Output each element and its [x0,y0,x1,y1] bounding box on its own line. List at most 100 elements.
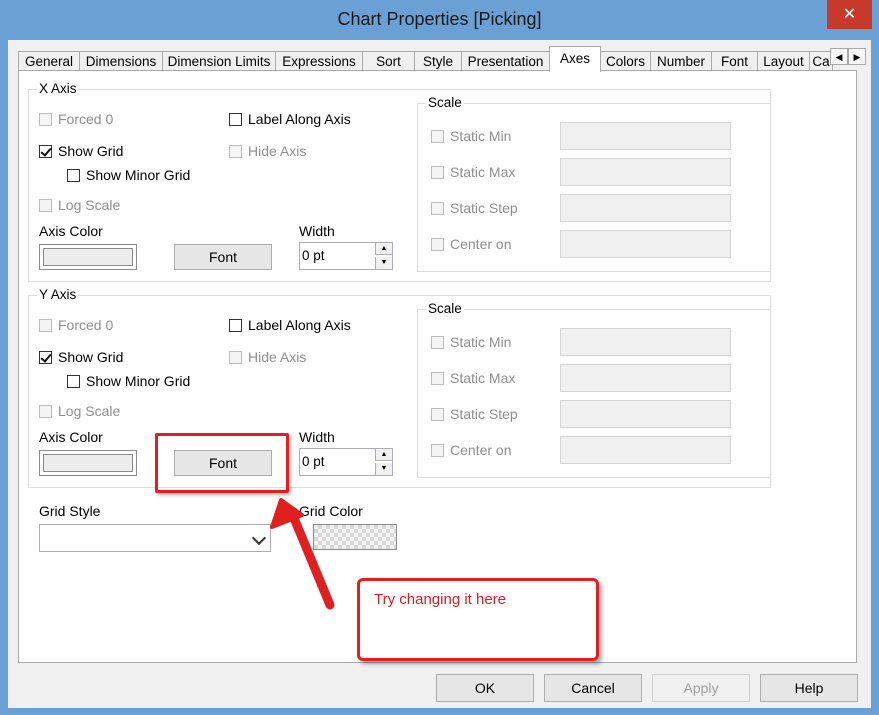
y-axis-color-swatch[interactable] [39,450,137,476]
y-show-grid-checkbox[interactable] [39,350,52,364]
tab-dimensions[interactable]: Dimensions [79,51,163,71]
x-hide-axis-checkbox[interactable] [229,144,242,158]
chevron-down-icon [251,530,267,546]
y-log-scale-option: Log Scale [39,403,120,419]
tab-colors[interactable]: Colors [600,51,651,71]
y-show-minor-grid-label: Show Minor Grid [86,373,191,389]
tab-number[interactable]: Number [650,51,712,71]
x-width-stepper[interactable]: 0 pt ▲ ▼ [299,242,393,270]
y-axis-color-label: Axis Color [39,429,103,445]
y-center-on-option: Center on [431,442,511,458]
x-forced0-checkbox[interactable] [39,112,52,126]
close-icon: ✕ [842,6,857,23]
y-show-minor-grid-checkbox[interactable] [67,374,80,388]
title-bar[interactable]: Chart Properties [Picking] ✕ [0,0,879,40]
y-static-step-label: Static Step [450,406,518,422]
axes-tab-panel: X Axis Forced 0 Label Along Axis Show Gr… [18,70,857,663]
y-log-scale-checkbox[interactable] [39,404,52,418]
tab-axes[interactable]: Axes [549,46,601,72]
x-static-step-option: Static Step [431,200,518,216]
y-static-min-input[interactable] [560,328,731,356]
x-label-along-axis-checkbox[interactable] [229,112,242,126]
tab-general[interactable]: General [18,51,80,71]
x-show-minor-grid-option: Show Minor Grid [67,167,190,183]
y-static-min-checkbox[interactable] [431,335,444,349]
x-static-max-checkbox[interactable] [431,165,444,179]
y-forced0-label: Forced 0 [58,317,114,333]
annotation-highlight-box [155,433,289,493]
y-show-grid-label: Show Grid [58,349,124,365]
y-static-max-input[interactable] [560,364,731,392]
grid-color-swatch[interactable] [313,524,397,550]
x-center-on-label: Center on [450,236,512,252]
y-log-scale-label: Log Scale [58,403,121,419]
x-axis-color-swatch[interactable] [39,244,137,270]
cancel-button[interactable]: Cancel [544,674,642,702]
tab-expressions[interactable]: Expressions [275,51,363,71]
y-width-label: Width [299,429,335,445]
help-button[interactable]: Help [760,674,858,702]
y-width-up-icon[interactable]: ▲ [375,449,392,461]
y-static-step-checkbox[interactable] [431,407,444,421]
y-axis-group-label: Y Axis [37,287,79,302]
y-forced0-checkbox[interactable] [39,318,52,332]
x-show-minor-grid-checkbox[interactable] [67,168,80,182]
y-forced0-option: Forced 0 [39,317,113,333]
ok-button[interactable]: OK [436,674,534,702]
y-hide-axis-checkbox[interactable] [229,350,242,364]
x-width-down-icon[interactable]: ▼ [375,257,392,269]
y-static-max-label: Static Max [450,370,516,386]
x-static-step-label: Static Step [450,200,518,216]
x-static-step-input[interactable] [560,194,731,222]
x-show-grid-checkbox[interactable] [39,144,52,158]
y-center-on-checkbox[interactable] [431,443,444,457]
tab-layout[interactable]: Layout [757,51,810,71]
x-log-scale-option: Log Scale [39,197,120,213]
x-hide-axis-option: Hide Axis [229,143,306,159]
y-width-down-icon[interactable]: ▼ [375,463,392,475]
annotation-callout-text: Try changing it here [374,591,507,608]
y-static-min-label: Static Min [450,334,512,350]
x-show-grid-label: Show Grid [58,143,124,159]
x-center-on-input[interactable] [560,230,731,258]
x-static-max-input[interactable] [560,158,731,186]
y-width-stepper[interactable]: 0 pt ▲ ▼ [299,448,393,476]
x-static-max-label: Static Max [450,164,516,180]
apply-button[interactable]: Apply [652,674,750,702]
chart-properties-window: Chart Properties [Picking] ✕ General Dim… [0,0,879,715]
grid-style-label: Grid Style [39,503,101,519]
y-static-step-input[interactable] [560,400,731,428]
x-static-max-option: Static Max [431,164,515,180]
y-show-minor-grid-option: Show Minor Grid [67,373,190,389]
x-static-min-checkbox[interactable] [431,129,444,143]
y-axis-group: Y Axis Forced 0 Label Along Axis Show Gr… [28,287,771,488]
y-static-max-checkbox[interactable] [431,371,444,385]
tab-style[interactable]: Style [414,51,462,71]
x-axis-group-label: X Axis [37,81,79,96]
y-static-max-option: Static Max [431,370,515,386]
x-axis-font-button[interactable]: Font [174,244,272,270]
y-hide-axis-option: Hide Axis [229,349,306,365]
x-width-up-icon[interactable]: ▲ [375,243,392,255]
close-button[interactable]: ✕ [827,0,872,29]
x-forced0-label: Forced 0 [58,111,114,127]
grid-style-select[interactable] [39,524,271,552]
y-center-on-input[interactable] [560,436,731,464]
x-scale-label: Scale [426,95,464,110]
x-label-along-axis-option: Label Along Axis [229,111,351,127]
window-title: Chart Properties [Picking] [337,9,542,29]
tab-sort[interactable]: Sort [362,51,415,71]
x-static-min-option: Static Min [431,128,511,144]
tab-presentation[interactable]: Presentation [461,51,550,71]
tab-scroll-right-icon[interactable]: ▶ [848,48,866,65]
x-static-step-checkbox[interactable] [431,201,444,215]
x-log-scale-checkbox[interactable] [39,198,52,212]
tab-scroll-left-icon[interactable]: ◀ [830,48,848,65]
y-label-along-axis-checkbox[interactable] [229,318,242,332]
tab-dimension-limits[interactable]: Dimension Limits [162,51,276,71]
x-static-min-input[interactable] [560,122,731,150]
x-center-on-checkbox[interactable] [431,237,444,251]
tab-font[interactable]: Font [711,51,758,71]
y-show-grid-option: Show Grid [39,349,123,365]
y-scale-group: Scale Static Min Static Max Static Step [417,301,771,478]
